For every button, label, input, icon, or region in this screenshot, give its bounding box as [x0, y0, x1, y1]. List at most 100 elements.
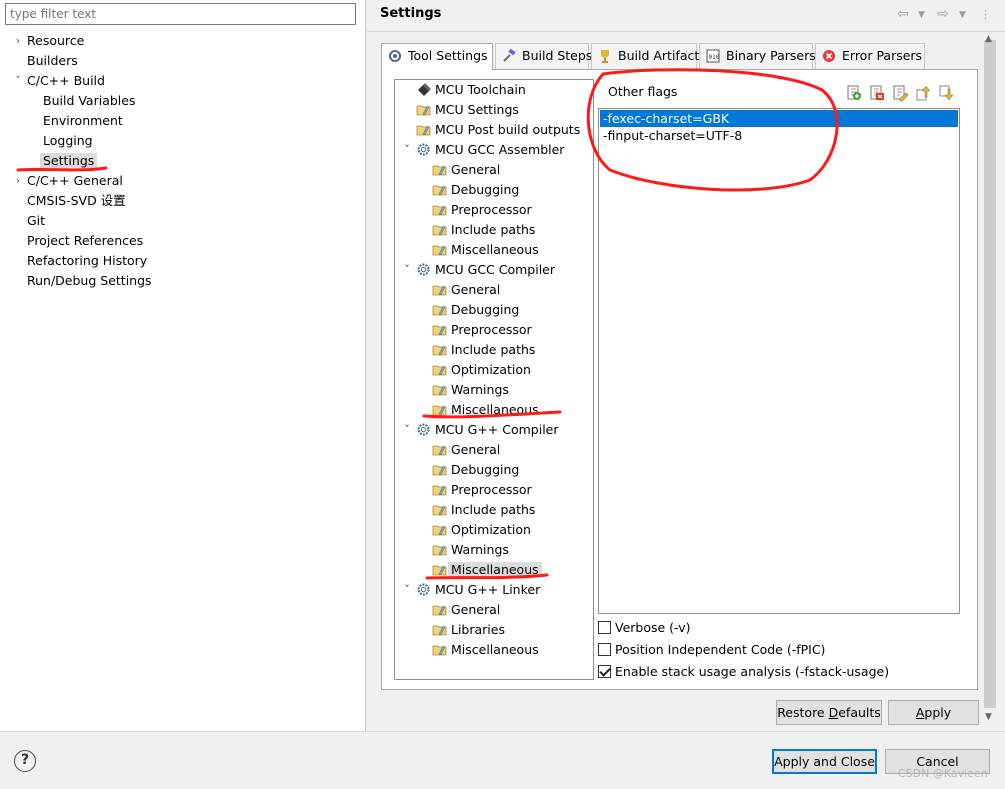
back-dropdown-icon[interactable]: ▼	[918, 10, 925, 20]
tool-option-folder-icon	[432, 445, 447, 456]
add-flag-icon[interactable]	[845, 84, 863, 102]
tool-option-folder-icon	[432, 405, 447, 416]
tab-error-parsers[interactable]: Error Parsers	[815, 43, 925, 69]
tree-item-general[interactable]: General	[432, 440, 500, 460]
option-label: Verbose (-v)	[615, 620, 691, 635]
tree-item-miscellaneous[interactable]: Miscellaneous	[432, 240, 539, 260]
nav-item-builders[interactable]: Builders	[27, 51, 78, 71]
nav-item-label: Logging	[43, 133, 93, 148]
tree-item-label: Preprocessor	[451, 322, 532, 337]
tree-item-mcu-gcc-assembler[interactable]: ˅ MCU GCC Assembler	[404, 140, 564, 160]
chevron-right-icon[interactable]: ›	[12, 31, 24, 51]
tree-item-general[interactable]: General	[432, 160, 500, 180]
tree-item-debugging[interactable]: Debugging	[432, 180, 519, 200]
nav-item-build-variables[interactable]: Build Variables	[43, 91, 135, 111]
chevron-down-icon[interactable]: ˅	[401, 420, 413, 440]
tree-item-mcu-post-build-outputs[interactable]: MCU Post build outputs	[416, 120, 580, 140]
tree-item-mcu-gcc-compiler[interactable]: ˅ MCU GCC Compiler	[404, 260, 555, 280]
tree-item-mcu-g-linker[interactable]: ˅ MCU G++ Linker	[404, 580, 540, 600]
option-position-independent-code-fpic[interactable]: Position Independent Code (-fPIC)	[598, 641, 825, 659]
option-enable-stack-usage-analysis-fstack-usage[interactable]: Enable stack usage analysis (-fstack-usa…	[598, 663, 889, 681]
flag-row[interactable]: -finput-charset=UTF-8	[600, 127, 958, 144]
tree-item-miscellaneous[interactable]: Miscellaneous	[432, 400, 539, 420]
scroll-up-icon[interactable]: ▲	[985, 34, 992, 44]
tool-option-folder-icon	[432, 645, 447, 656]
error-icon	[823, 50, 835, 62]
tree-item-label: Debugging	[451, 462, 520, 477]
tree-item-optimization[interactable]: Optimization	[432, 520, 531, 540]
tree-item-include-paths[interactable]: Include paths	[432, 220, 535, 240]
tree-item-label: Preprocessor	[451, 202, 532, 217]
chevron-down-icon[interactable]: ˅	[401, 580, 413, 600]
build-steps-icon	[503, 49, 516, 62]
chevron-down-icon[interactable]: ˅	[401, 140, 413, 160]
chevron-down-icon[interactable]: ˅	[12, 71, 24, 91]
tab-tool-settings[interactable]: Tool Settings	[381, 43, 493, 70]
tree-item-miscellaneous[interactable]: Miscellaneous	[432, 560, 542, 580]
tree-item-label: Miscellaneous	[451, 642, 539, 657]
nav-item-c-c-build[interactable]: ˅ C/C++ Build	[15, 71, 105, 91]
tree-item-mcu-toolchain[interactable]: MCU Toolchain	[416, 80, 526, 100]
move-down-icon[interactable]	[937, 84, 955, 102]
tab-label: Error Parsers	[842, 48, 923, 63]
tree-item-libraries[interactable]: Libraries	[432, 620, 505, 640]
tab-build-artifact[interactable]: Build Artifact	[591, 43, 699, 69]
forward-arrow-icon[interactable]: ⇨	[937, 6, 949, 22]
apply-button[interactable]: Apply	[888, 700, 979, 725]
tree-item-preprocessor[interactable]: Preprocessor	[432, 200, 532, 220]
tree-item-debugging[interactable]: Debugging	[432, 460, 519, 480]
tab-build-steps[interactable]: Build Steps	[495, 43, 592, 69]
flag-row[interactable]: -fexec-charset=GBK	[600, 110, 958, 127]
tree-item-mcu-g-compiler[interactable]: ˅ MCU G++ Compiler	[404, 420, 558, 440]
tree-item-include-paths[interactable]: Include paths	[432, 500, 535, 520]
tree-item-include-paths[interactable]: Include paths	[432, 340, 535, 360]
nav-item-cmsis-svd[interactable]: CMSIS-SVD 设置	[27, 191, 126, 211]
move-up-icon[interactable]	[914, 84, 932, 102]
nav-item-label: C/C++ General	[27, 173, 123, 188]
restore-defaults-button[interactable]: Restore Defaults	[776, 700, 882, 725]
tree-item-warnings[interactable]: Warnings	[432, 540, 509, 560]
nav-item-run-debug-settings[interactable]: Run/Debug Settings	[27, 271, 152, 291]
tree-item-miscellaneous[interactable]: Miscellaneous	[432, 640, 539, 660]
scrollbar-thumb[interactable]	[984, 40, 996, 708]
nav-item-git[interactable]: Git	[27, 211, 45, 231]
forward-dropdown-icon[interactable]: ▼	[959, 10, 966, 20]
checkbox[interactable]	[598, 643, 611, 656]
filter-input[interactable]	[5, 3, 356, 25]
tree-item-label: Debugging	[451, 182, 520, 197]
tree-item-preprocessor[interactable]: Preprocessor	[432, 480, 532, 500]
other-flags-list[interactable]: -fexec-charset=GBK -finput-charset=UTF-8	[598, 108, 960, 614]
nav-item-settings[interactable]: Settings	[40, 151, 98, 171]
tool-gear-icon	[417, 583, 430, 596]
nav-item-c-c-general[interactable]: › C/C++ General	[16, 171, 123, 191]
checkbox[interactable]	[598, 621, 611, 634]
tool-option-folder-icon	[432, 325, 447, 336]
nav-item-logging[interactable]: Logging	[43, 131, 93, 151]
delete-flag-icon[interactable]	[868, 84, 886, 102]
edit-flag-icon[interactable]	[891, 84, 909, 102]
restore-defaults-label-post: efaults	[838, 705, 881, 720]
tree-item-optimization[interactable]: Optimization	[432, 360, 531, 380]
apply-and-close-button[interactable]: Apply and Close	[772, 749, 877, 774]
nav-item-refactoring-history[interactable]: Refactoring History	[27, 251, 147, 271]
scroll-down-icon[interactable]: ▼	[985, 712, 992, 722]
nav-item-label: Project References	[27, 233, 144, 248]
chevron-right-icon[interactable]: ›	[12, 171, 24, 191]
tree-item-mcu-settings[interactable]: MCU Settings	[416, 100, 519, 120]
checkbox-checked[interactable]	[598, 665, 611, 678]
option-verbose-v[interactable]: Verbose (-v)	[598, 619, 691, 637]
tree-item-general[interactable]: General	[432, 280, 500, 300]
help-icon[interactable]: ?	[14, 750, 36, 772]
nav-item-resource[interactable]: › Resource	[16, 31, 85, 51]
view-menu-icon[interactable]: ⋮	[980, 8, 991, 21]
tree-item-general[interactable]: General	[432, 600, 500, 620]
nav-item-project-references[interactable]: Project References	[27, 231, 143, 251]
tree-item-label: Include paths	[451, 222, 536, 237]
back-arrow-icon[interactable]: ⇦	[897, 6, 909, 22]
tree-item-warnings[interactable]: Warnings	[432, 380, 509, 400]
nav-item-environment[interactable]: Environment	[43, 111, 123, 131]
tab-binary-parsers[interactable]: 010 Binary Parsers	[699, 43, 816, 69]
tree-item-preprocessor[interactable]: Preprocessor	[432, 320, 532, 340]
tree-item-debugging[interactable]: Debugging	[432, 300, 519, 320]
chevron-down-icon[interactable]: ˅	[401, 260, 413, 280]
